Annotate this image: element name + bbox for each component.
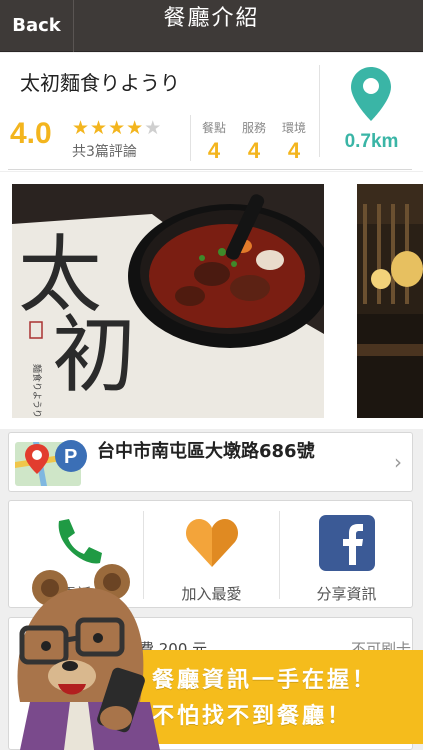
subrating-environment: 環境 4 [276, 119, 312, 164]
parking-map-icon: P [15, 440, 87, 486]
promo-line-2: 不怕找不到餐廳！ [152, 704, 353, 729]
bear-mascot-illustration [17, 564, 160, 750]
address-text: 台中市南屯區大墩路686號 [97, 441, 315, 462]
heart-icon [185, 519, 239, 567]
star-rating: ★★★★★ [72, 117, 162, 139]
calligraphy-char: 初 [52, 306, 136, 404]
top-navbar: Back 餐廳介紹 [0, 0, 423, 52]
star-empty-icon: ★ [144, 117, 163, 139]
star-icon: ★ [108, 117, 127, 139]
subrating-value: 4 [247, 138, 261, 163]
star-icon: ★ [72, 117, 91, 139]
action-label: 分享資訊 [316, 585, 377, 603]
share-button[interactable]: 分享資訊 [279, 501, 414, 609]
chevron-right-icon: › [394, 450, 402, 474]
photo-gallery[interactable]: 太 初 麵食りようり [0, 172, 423, 429]
subrating-value: 4 [287, 138, 301, 163]
subrating-value: 4 [207, 138, 221, 163]
svg-text:P: P [64, 446, 77, 468]
divider [8, 169, 412, 170]
subrating-food: 餐點 4 [196, 119, 232, 164]
divider [190, 115, 191, 161]
promo-line-1: 餐廳資訊一手在握！ [152, 668, 378, 693]
review-count[interactable]: 共3篇評論 [72, 141, 137, 161]
star-icon: ★ [126, 117, 145, 139]
star-icon: ★ [90, 117, 109, 139]
interior-photo [357, 184, 423, 418]
restaurant-photo[interactable]: 太 初 麵食りようり [12, 184, 324, 418]
distance-box[interactable]: 0.7km [320, 53, 423, 171]
photo-caption: 麵食りようり [31, 364, 43, 418]
overall-score: 4.0 [10, 117, 52, 150]
back-button[interactable]: Back [0, 0, 74, 52]
subrating-label: 環境 [281, 121, 306, 135]
restaurant-name: 太初麵食りようり [20, 71, 180, 95]
subrating-label: 服務 [241, 121, 266, 135]
restaurant-photo[interactable] [357, 184, 423, 418]
beef-noodle-photo: 太 初 麵食りようり [12, 184, 324, 418]
restaurant-header: 太初麵食りようり 4.0 ★★★★★ 共3篇評論 餐點 4 服務 4 環境 4 … [0, 53, 423, 171]
subrating-label: 餐點 [201, 121, 226, 135]
location-pin-icon [351, 67, 391, 121]
facebook-icon [319, 515, 375, 571]
subrating-service: 服務 4 [236, 119, 272, 164]
address-row[interactable]: P 台中市南屯區大墩路686號 › [8, 432, 413, 492]
distance-label: 0.7km [344, 131, 399, 152]
